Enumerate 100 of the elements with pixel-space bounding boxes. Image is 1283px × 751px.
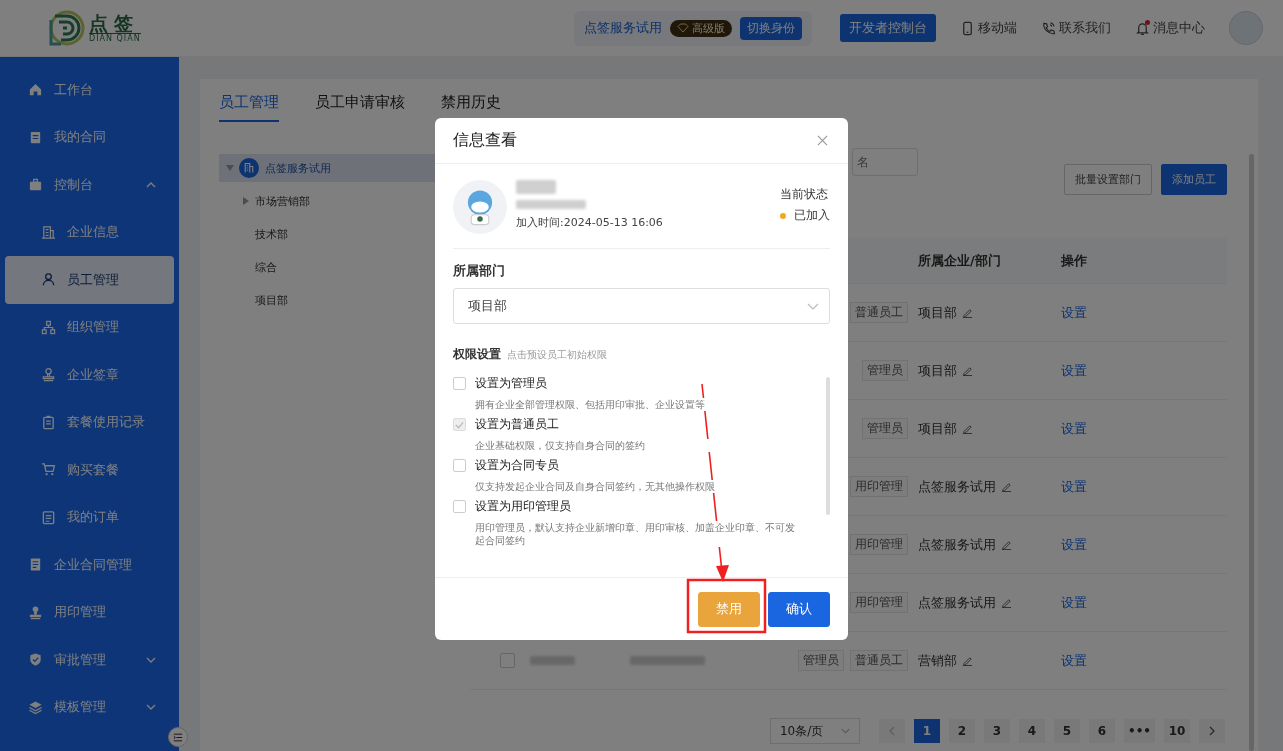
page-button[interactable]: 10 — [1164, 719, 1190, 743]
page-button[interactable]: 6 — [1089, 719, 1115, 743]
role-tag: 普通员工 — [850, 302, 908, 323]
join-time: 加入时间:2024-05-13 16:06 — [516, 215, 664, 230]
settings-link[interactable]: 设置 — [1061, 420, 1087, 436]
field-label: 权限设置 — [453, 346, 501, 363]
pencil-icon[interactable] — [962, 423, 973, 434]
chevron-icon — [841, 728, 851, 734]
page-button[interactable]: ••• — [1124, 719, 1155, 743]
tab[interactable]: 员工管理 — [219, 93, 279, 122]
user-icon — [41, 272, 56, 288]
pencil-icon[interactable] — [1001, 481, 1012, 492]
settings-link[interactable]: 设置 — [1061, 652, 1087, 668]
building-icon — [41, 224, 56, 240]
row-checkbox[interactable] — [500, 653, 515, 668]
sidebar-item[interactable]: 我的订单 — [5, 493, 174, 541]
department-select[interactable]: 项目部 — [453, 288, 830, 324]
list-icon — [41, 509, 56, 525]
tab[interactable]: 员工申请审核 — [315, 93, 405, 122]
clipboard-icon — [41, 414, 56, 430]
tab[interactable]: 禁用历史 — [441, 93, 501, 122]
status-label: 当前状态 — [780, 186, 829, 203]
settings-link[interactable]: 设置 — [1061, 304, 1087, 320]
sidebar-item[interactable]: 企业信息 — [5, 208, 174, 256]
status-value: 已加入 — [794, 207, 830, 224]
pencil-icon[interactable] — [962, 365, 973, 376]
sidebar-item[interactable]: 员工管理 — [5, 256, 174, 304]
caret-icon[interactable] — [226, 165, 234, 171]
table-cell: 点签服务试用 — [918, 593, 996, 612]
page-button[interactable]: 1 — [914, 719, 940, 743]
organization-name: 点签服务试用 — [584, 19, 662, 37]
table-cell: 营销部 — [918, 651, 957, 670]
menu-toggle-icon[interactable] — [168, 727, 188, 747]
toolbar-button[interactable]: 批量设置部门 — [1064, 164, 1152, 195]
header-link[interactable]: 联系我们 — [1041, 19, 1111, 37]
pencil-icon[interactable] — [1001, 539, 1012, 550]
next-page-button[interactable] — [1199, 719, 1225, 743]
role-tag: 管理员 — [798, 650, 844, 671]
blurred-name — [530, 656, 575, 665]
column-header: 操作 — [1061, 251, 1088, 270]
shield-check-icon — [28, 652, 43, 668]
status-dot — [780, 212, 786, 219]
dialog-button[interactable]: 禁用 — [698, 591, 760, 627]
developer-console-button[interactable]: 开发者控制台 — [840, 14, 936, 42]
hierarchy-icon — [41, 319, 56, 335]
dialog-button[interactable]: 确认 — [768, 591, 830, 627]
sidebar-item[interactable]: 控制台 — [5, 161, 174, 209]
settings-link[interactable]: 设置 — [1061, 594, 1087, 610]
switch-identity-button[interactable]: 切换身份 — [740, 16, 802, 40]
checkbox[interactable] — [453, 459, 466, 472]
role-tag: 管理员 — [862, 360, 908, 381]
settings-link[interactable]: 设置 — [1061, 536, 1087, 552]
close-icon[interactable] — [817, 135, 828, 146]
toolbar-button[interactable]: 添加员工 — [1161, 164, 1227, 195]
avatar-icon[interactable] — [1229, 11, 1263, 45]
table-cell: 点签服务试用 — [918, 477, 996, 496]
document-icon — [28, 557, 43, 573]
settings-link[interactable]: 设置 — [1061, 478, 1087, 494]
header-link[interactable]: 消息中心 — [1135, 19, 1205, 37]
checkbox[interactable] — [453, 377, 466, 390]
role-tag: 用印管理 — [850, 476, 908, 497]
page-button[interactable]: 2 — [949, 719, 975, 743]
sidebar-item[interactable]: 模板管理 — [5, 683, 174, 731]
page-size-select[interactable]: 10条/页 — [770, 718, 860, 744]
bell-icon — [1135, 20, 1150, 36]
sidebar-item[interactable]: 组织管理 — [5, 303, 174, 351]
document-icon — [28, 129, 43, 145]
pencil-icon[interactable] — [962, 655, 973, 666]
field-label: 所属部门 — [453, 262, 506, 280]
settings-link[interactable]: 设置 — [1061, 362, 1087, 378]
sidebar-item[interactable]: 工作台 — [5, 66, 174, 114]
header-link[interactable]: 移动端 — [960, 19, 1017, 37]
page-button[interactable]: 3 — [984, 719, 1010, 743]
previous-page-button[interactable] — [879, 719, 905, 743]
page-button[interactable]: 4 — [1019, 719, 1045, 743]
sidebar-item[interactable]: 用印管理 — [5, 588, 174, 636]
page-button[interactable]: 5 — [1054, 719, 1080, 743]
table-cell: 项目部 — [918, 361, 957, 380]
sidebar-item[interactable]: 我的合同 — [5, 113, 174, 161]
sidebar-item[interactable]: 购买套餐 — [5, 446, 174, 494]
scrollbar[interactable] — [1249, 154, 1254, 751]
scrollbar[interactable] — [826, 377, 830, 515]
pencil-icon[interactable] — [962, 307, 973, 318]
checkbox[interactable] — [453, 500, 466, 513]
cart-icon — [41, 462, 56, 478]
role-tag: 用印管理 — [850, 534, 908, 555]
search-field[interactable]: 名 — [852, 148, 918, 176]
stamp-icon — [28, 604, 43, 620]
sidebar-item[interactable]: 审批管理 — [5, 636, 174, 684]
option-label: 设置为普通员工 — [475, 416, 559, 433]
table-cell: 项目部 — [918, 419, 957, 438]
caret-icon[interactable] — [243, 197, 249, 205]
hint-text: 点击预设员工初始权限 — [507, 348, 607, 362]
sidebar-item[interactable]: 套餐使用记录 — [5, 398, 174, 446]
pencil-icon[interactable] — [1001, 597, 1012, 608]
tree-item[interactable]: 市场营销部 — [219, 187, 470, 215]
stamp-icon — [41, 367, 56, 383]
sidebar-item[interactable]: 企业签章 — [5, 351, 174, 399]
sidebar-item[interactable]: 企业合同管理 — [5, 541, 174, 589]
blurred-phone — [516, 200, 586, 209]
